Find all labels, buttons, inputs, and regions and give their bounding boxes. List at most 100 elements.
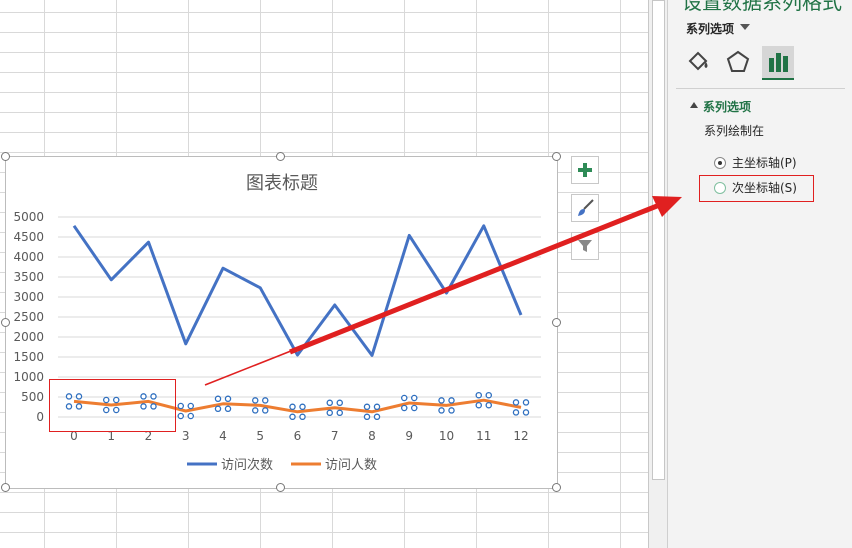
highlight-box	[699, 175, 814, 202]
point-handle	[512, 399, 520, 406]
point-handle	[289, 413, 296, 421]
y-axis[interactable]: 5000450040003500300025002000150010005000	[13, 210, 44, 424]
point-handle	[400, 404, 408, 412]
point-handle	[448, 397, 455, 404]
y-tick-label: 2500	[13, 310, 44, 324]
x-tick-label: 12	[513, 429, 528, 443]
collapse-triangle-icon[interactable]	[690, 102, 698, 108]
point-handle	[251, 407, 259, 414]
point-handle	[363, 403, 371, 411]
point-handle	[400, 394, 408, 402]
resize-handle[interactable]	[1, 318, 10, 327]
chevron-down-icon[interactable]	[740, 24, 750, 30]
primary-axis-label[interactable]: 主坐标轴(P)	[732, 154, 797, 171]
point-handle	[522, 399, 530, 406]
point-handle	[299, 403, 306, 411]
series-options-dropdown[interactable]: 系列选项	[686, 20, 734, 37]
point-handle	[373, 403, 381, 411]
y-tick-label: 3000	[13, 290, 44, 304]
chart-title[interactable]: 图表标题	[246, 173, 318, 194]
chart-filters-button[interactable]	[571, 232, 599, 260]
point-handle	[187, 402, 194, 410]
y-tick-label: 1000	[13, 370, 44, 384]
resize-handle[interactable]	[276, 483, 285, 492]
point-handle	[224, 395, 232, 403]
point-handle	[289, 403, 296, 411]
tab-fill-line[interactable]	[682, 46, 714, 78]
brush-icon	[578, 199, 594, 216]
point-handle	[261, 407, 269, 414]
vertical-scrollbar[interactable]	[648, 0, 667, 548]
series-line-1[interactable]	[72, 224, 523, 357]
point-handle	[373, 413, 381, 421]
point-handle	[475, 401, 482, 409]
point-handle	[326, 399, 333, 407]
resize-handle[interactable]	[552, 318, 561, 327]
point-handle	[214, 395, 222, 403]
legend-label: 访问人数	[325, 458, 377, 473]
fill-line-icon	[688, 51, 708, 71]
primary-axis-radio[interactable]	[714, 156, 726, 169]
point-handle	[522, 409, 530, 416]
point-handle	[177, 402, 184, 410]
highlight-box	[49, 379, 176, 432]
point-handle	[336, 399, 343, 407]
point-handle	[336, 409, 343, 417]
point-handle	[214, 405, 222, 413]
x-tick-label: 10	[439, 429, 454, 443]
point-handle	[177, 412, 184, 420]
y-tick-label: 5000	[13, 210, 44, 224]
chart-styles-button[interactable]	[571, 194, 599, 222]
x-tick-label: 6	[294, 429, 302, 443]
x-tick-label: 7	[331, 429, 339, 443]
point-handle	[251, 397, 259, 404]
x-tick-label: 5	[256, 429, 264, 443]
chart-legend[interactable]: 访问次数 访问人数	[187, 457, 377, 473]
chart-elements-button[interactable]	[571, 156, 599, 184]
primary-axis-option[interactable]: 主坐标轴(P)	[714, 154, 797, 171]
point-handle	[261, 397, 269, 404]
point-handle	[363, 413, 371, 421]
point-handle	[438, 407, 445, 414]
y-tick-label: 1500	[13, 350, 44, 364]
resize-handle[interactable]	[1, 152, 10, 161]
resize-handle[interactable]	[552, 483, 561, 492]
point-handle	[438, 397, 445, 404]
point-handle	[512, 409, 520, 416]
point-handle	[187, 412, 194, 420]
tab-effects[interactable]	[722, 46, 754, 78]
chart-svg: 图表标题 50004500400035003000250020001500100…	[13, 173, 541, 473]
format-data-series-pane: 设置数据系列格式 系列选项 系列选项 系列绘制在 主坐标轴(P) 次坐标轴(S)	[667, 0, 852, 548]
point-handle	[224, 405, 232, 413]
point-handle	[410, 404, 418, 412]
legend-label: 访问次数	[221, 457, 273, 473]
resize-handle[interactable]	[552, 152, 561, 161]
y-tick-label: 2000	[13, 330, 44, 344]
point-handle	[326, 409, 333, 417]
point-handle	[475, 391, 482, 399]
tab-series-options[interactable]	[762, 46, 794, 80]
plot-series-on-label: 系列绘制在	[704, 124, 765, 138]
chart-area[interactable]: 图表标题 5000 4500 4000 3500 3000 2500 2000 1500 100…	[5, 156, 558, 489]
y-tick-label: 500	[21, 390, 44, 404]
y-tick-label: 0	[36, 410, 44, 424]
section-series-options[interactable]: 系列选项	[703, 98, 751, 115]
point-handle	[448, 407, 455, 414]
effects-pentagon-icon	[726, 50, 750, 72]
point-handle	[410, 394, 418, 402]
resize-handle[interactable]	[276, 152, 285, 161]
pane-title: 设置数据系列格式	[682, 0, 842, 14]
scrollbar-thumb[interactable]	[652, 0, 665, 480]
pane-divider	[676, 88, 845, 89]
point-handle	[485, 391, 492, 399]
series-options-chart-icon	[769, 53, 788, 72]
point-handle	[485, 401, 492, 409]
x-tick-label: 9	[405, 429, 413, 443]
point-handle	[299, 413, 306, 421]
x-tick-label: 11	[476, 429, 491, 443]
plus-icon	[578, 163, 592, 177]
filter-icon	[578, 240, 592, 252]
x-tick-label: 4	[219, 429, 227, 443]
x-tick-label: 3	[182, 429, 190, 443]
resize-handle[interactable]	[1, 483, 10, 492]
